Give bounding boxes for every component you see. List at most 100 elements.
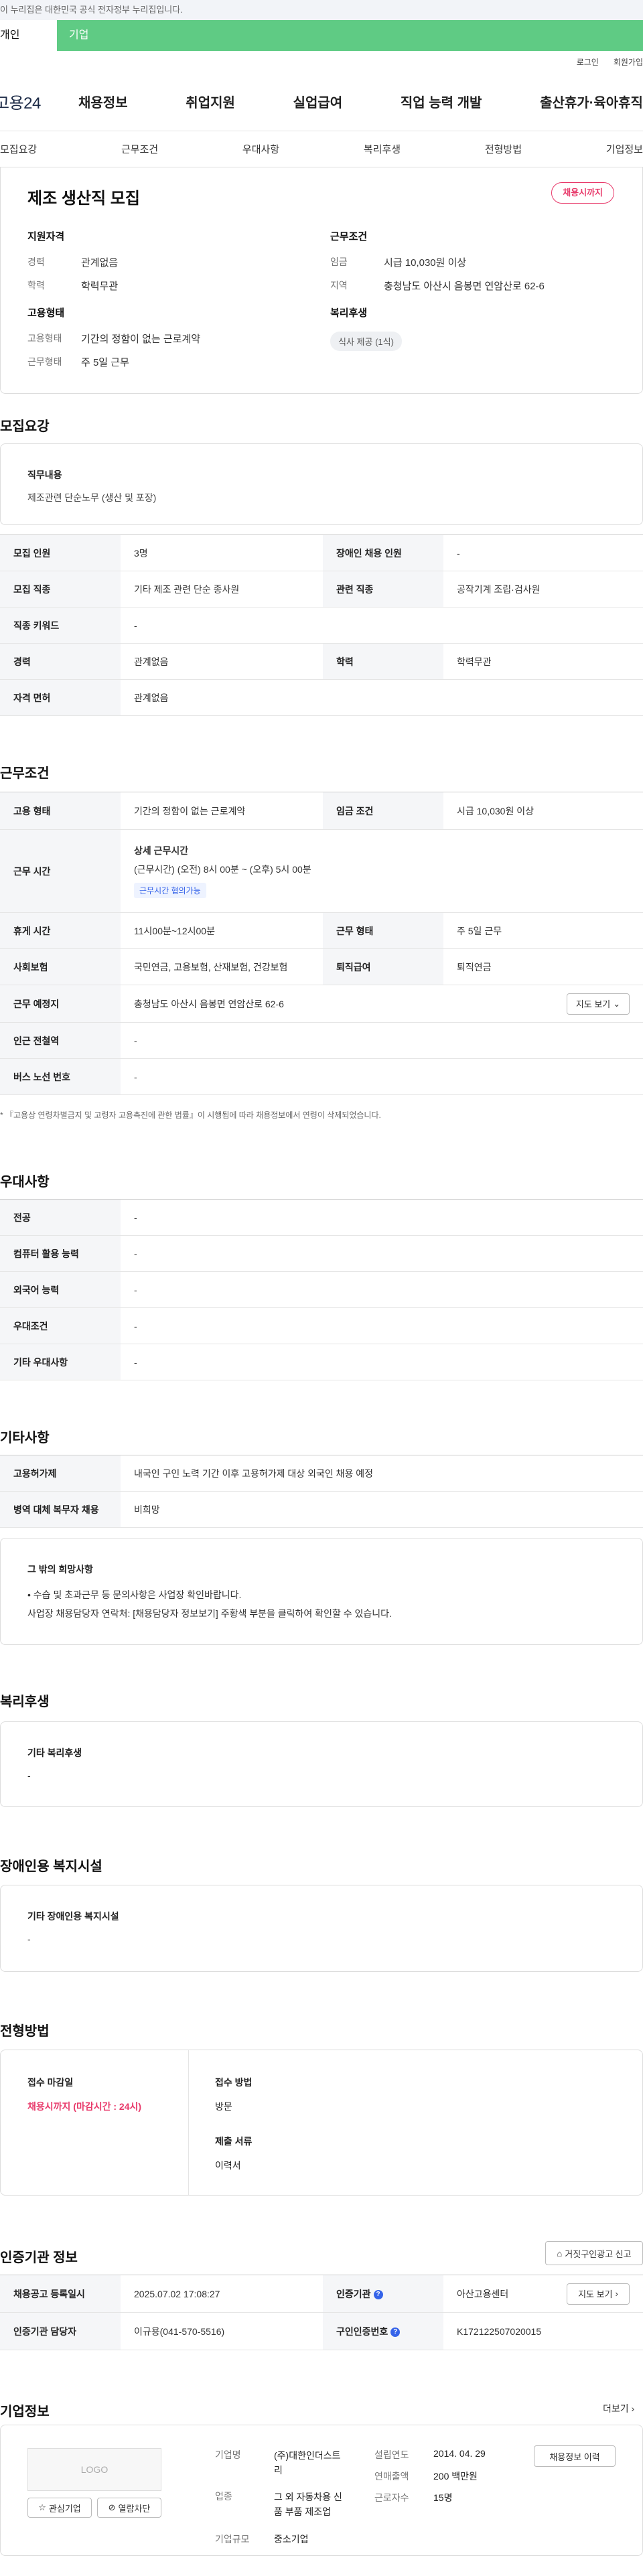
- hours-value: (근무시간) (오전) 8시 00분 ~ (오후) 5시 00분: [134, 864, 311, 875]
- cell-value: -: [121, 1058, 643, 1095]
- cell-value: 시급 10,030원 이상: [443, 792, 643, 830]
- cell-value: 기간의 정함이 없는 근로계약: [121, 792, 323, 830]
- gnb-item-jobs[interactable]: 채용정보: [78, 92, 128, 111]
- info-icon[interactable]: ?: [390, 2327, 401, 2337]
- tab-company[interactable]: 기업정보: [606, 142, 643, 156]
- company-more-link[interactable]: 더보기 ›: [603, 2402, 634, 2415]
- tab-welfare[interactable]: 복리후생: [364, 142, 401, 156]
- employment-group: 고용형태 고용형태 기간의 정함이 없는 근로계약 근무형태 주 5일 근무: [27, 305, 200, 378]
- emp-type-value: 기간의 정함이 없는 근로계약: [81, 334, 201, 345]
- cell-value: 공작기계 조립·검사원: [443, 571, 643, 607]
- hours-head: 상세 근무시간: [134, 845, 189, 856]
- table-row: 인근 전철역 -: [0, 1022, 643, 1059]
- cell-value: -: [121, 1199, 643, 1236]
- method-value: 방문: [215, 2101, 232, 2112]
- map-button[interactable]: 지도 보기 ⌄: [567, 993, 630, 1015]
- table-row: 기타 우대사항 -: [0, 1344, 643, 1380]
- info-icon[interactable]: ?: [373, 2289, 383, 2299]
- cell-value: -: [121, 1022, 643, 1059]
- tab-recruit[interactable]: 모집요강: [0, 142, 37, 156]
- cell-value: 관계없음: [121, 679, 643, 716]
- table-row: 외국어 능력 -: [0, 1271, 643, 1308]
- company-logo: LOGO: [27, 2448, 161, 2491]
- gnb-item-employment-support[interactable]: 취업지원: [186, 92, 235, 111]
- etc-box-title: 그 밖의 희망사항: [27, 1564, 93, 1575]
- table-row: 전공 -: [0, 1199, 643, 1236]
- edu-value: 학력무관: [81, 281, 119, 292]
- cell-value: 퇴직연금: [443, 948, 643, 985]
- table-row: 버스 노선 번호 -: [0, 1058, 643, 1095]
- edu-label: 학력: [27, 280, 45, 291]
- cell-label: 장애인 채용 인원: [323, 534, 443, 571]
- deadline-value: 채용시까지 (마감시간 : 24시): [27, 2101, 142, 2112]
- career-value: 관계없음: [81, 257, 119, 269]
- tab-personal[interactable]: 개인: [0, 20, 57, 51]
- cell-label: 버스 노선 번호: [0, 1058, 121, 1095]
- interest-company-label: 관심기업: [48, 2503, 81, 2514]
- company-more-label: 더보기: [603, 2403, 629, 2414]
- tab-conditions[interactable]: 근무조건: [121, 142, 158, 156]
- cell-label: 휴게 시간: [0, 912, 121, 949]
- table-row: 근무 시간 상세 근무시간 (근무시간) (오전) 8시 00분 ~ (오후) …: [0, 829, 643, 913]
- cell-value: 이규용(041-570-5516): [121, 2312, 323, 2350]
- welfare-summary-heading: 복리후생: [330, 307, 368, 319]
- cell-value: 2025.07.02 17:08:27: [121, 2275, 323, 2313]
- deadline-label: 접수 마감일: [27, 2077, 74, 2088]
- cell-label: 전공: [0, 1199, 121, 1236]
- cell-label: 우대조건: [0, 1307, 121, 1344]
- process-divider: [188, 2050, 189, 2195]
- qualification-group: 지원자격 경력 관계없음 학력 학력무관: [27, 229, 118, 302]
- disabled-box: 기타 장애인용 복지시설 -: [0, 1885, 643, 1972]
- tab-preference[interactable]: 우대사항: [242, 142, 279, 156]
- disabled-section-title: 장애인용 복지시설: [0, 1859, 102, 1874]
- gnb-item-vocational-training[interactable]: 직업 능력 개발: [401, 92, 482, 111]
- hours-cell: 상세 근무시간 (근무시간) (오전) 8시 00분 ~ (오후) 5시 00분…: [121, 829, 643, 913]
- duty-value: 제조관련 단순노무 (생산 및 포장): [27, 492, 157, 503]
- wage-label: 임금: [330, 257, 348, 267]
- job-title: 제조 생산직 모집: [27, 190, 140, 208]
- gov-banner: 이 누리집은 대한민국 공식 전자정부 누리집입니다.: [0, 0, 643, 20]
- login-link[interactable]: 로그인: [577, 56, 599, 68]
- tab-company[interactable]: 기업: [57, 20, 124, 51]
- cert-org-cell: 아산고용센터 지도 보기 ›: [443, 2275, 643, 2313]
- interest-company-button[interactable]: ☆ 관심기업: [27, 2498, 92, 2518]
- recruit-table: 모집 인원 3명 장애인 채용 인원 - 모집 직종 기타 제조 관련 단순 종…: [0, 534, 643, 716]
- cell-value: 아산고용센터: [457, 2288, 509, 2299]
- anchor-tabs: 모집요강 근무조건 우대사항 복리후생 전형방법 기업정보: [0, 131, 643, 167]
- founded-value: 2014. 04. 29: [433, 2448, 486, 2459]
- cell-label: 고용허가제: [0, 1455, 121, 1492]
- company-name-label: 기업명: [215, 2449, 241, 2460]
- work-heading: 근무조건: [330, 231, 368, 242]
- cell-label: 근무 형태: [323, 912, 443, 949]
- hours-tag: 근무시간 협의가능: [134, 883, 206, 898]
- company-size-value: 중소기업: [274, 2534, 309, 2545]
- age-notice: * 『고용상 연령차별금지 및 고령자 고용촉진에 관한 법률』이 시행됨에 따…: [0, 1111, 381, 1120]
- chevron-right-icon: ›: [615, 2289, 618, 2299]
- cell-label: 인증기관 담당자: [0, 2312, 121, 2350]
- table-row: 병역 대체 복무자 채용 비희망: [0, 1491, 643, 1528]
- gnb-item-unemployment-benefit[interactable]: 실업급여: [293, 92, 343, 111]
- cell-label: 근무 시간: [0, 829, 121, 913]
- tab-process[interactable]: 전형방법: [485, 142, 522, 156]
- welfare-section-title: 복리후생: [0, 1695, 50, 1709]
- job-history-button[interactable]: 채용정보 이력: [534, 2445, 616, 2467]
- cell-value: 3명: [121, 534, 323, 571]
- report-ad-button[interactable]: ⌂ 거짓구인광고 신고: [545, 2241, 643, 2265]
- site-logo[interactable]: 고용24: [0, 90, 78, 113]
- table-row: 채용공고 등록일시 2025.07.02 17:08:27 인증기관? 아산고용…: [0, 2275, 643, 2313]
- block-view-button[interactable]: ⊘ 열람차단: [97, 2498, 161, 2518]
- cert-no-label-cell: 구인인증번호?: [323, 2312, 443, 2350]
- table-row: 컴퓨터 활용 능력 -: [0, 1235, 643, 1272]
- cell-label: 근무 예정지: [0, 985, 121, 1023]
- wage-value: 시급 10,030원 이상: [384, 257, 467, 269]
- work-group: 근무조건 임금 시급 10,030원 이상 지역 충청남도 아산시 음봉면 연암산로…: [330, 229, 545, 302]
- join-link[interactable]: 회원가입: [614, 56, 643, 68]
- cell-label: 인증기관: [336, 2288, 371, 2299]
- cell-value: 관계없음: [121, 643, 323, 680]
- cell-value: 비희망: [121, 1491, 643, 1528]
- gnb-item-parental-leave[interactable]: 출산휴가·육아휴직: [540, 92, 643, 111]
- table-row: 우대조건 -: [0, 1307, 643, 1344]
- welfare-box: 기타 복리후생 -: [0, 1721, 643, 1807]
- user-type-tabs: 개인 기업: [0, 20, 643, 51]
- cert-map-button[interactable]: 지도 보기 ›: [567, 2283, 630, 2305]
